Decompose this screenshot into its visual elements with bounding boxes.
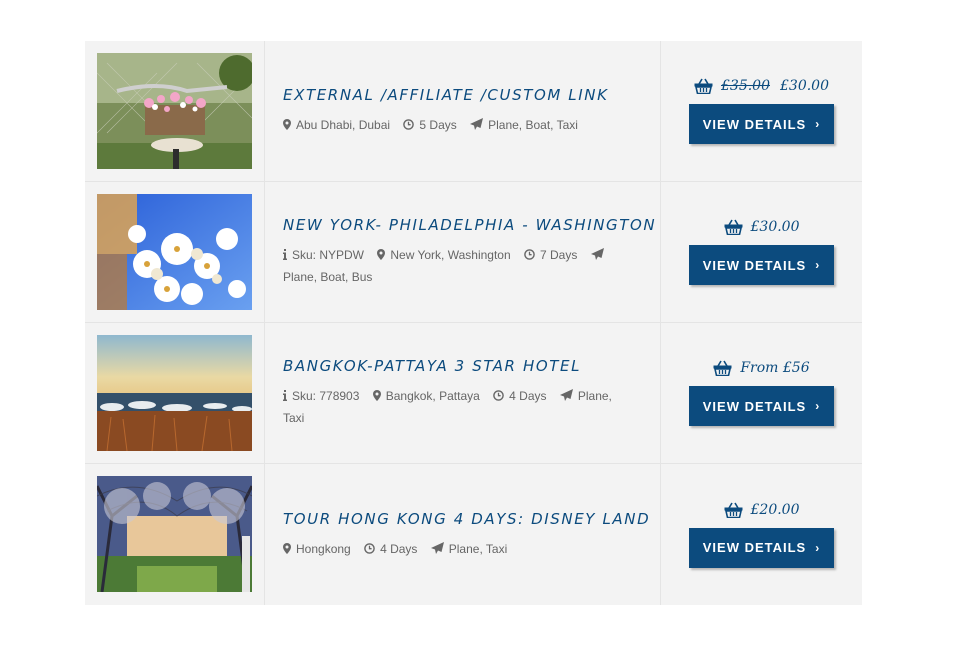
duration-meta: 7 Days: [524, 248, 581, 262]
tour-price-cell: From £56 VIEW DETAILS ›: [661, 323, 862, 463]
chevron-right-icon: ›: [815, 399, 821, 413]
tour-price-cell: £20.00 VIEW DETAILS ›: [661, 464, 862, 605]
tour-price-cell: £35.00 £30.00 VIEW DETAILS ›: [661, 41, 862, 181]
sku-text: Sku: 778903: [292, 389, 360, 403]
clock-icon: [403, 119, 415, 130]
tour-row: External /affiliate /custom link Abu Dha…: [85, 41, 862, 182]
tour-row: Tour Hong Kong 4 days: Disney Land Hongk…: [85, 464, 862, 605]
location-meta: Bangkok, Pattaya: [372, 389, 483, 403]
price-line: £20.00: [724, 502, 800, 518]
price: £30.00: [750, 219, 800, 235]
price: £30.00: [780, 78, 829, 94]
view-details-label: VIEW DETAILS: [702, 116, 807, 132]
tour-image-cell: [85, 182, 265, 322]
info-icon: [283, 390, 287, 401]
map-marker-icon: [283, 119, 291, 130]
view-details-button[interactable]: VIEW DETAILS ›: [689, 527, 834, 568]
clock-icon: [524, 249, 535, 260]
duration-text: 4 Days: [509, 389, 547, 403]
tour-image-cell: [85, 41, 265, 181]
view-details-label: VIEW DETAILS: [702, 257, 807, 273]
chevron-right-icon: ›: [815, 540, 821, 555]
transport-text: Plane, Boat, Bus: [283, 270, 373, 284]
tour-list: External /affiliate /custom link Abu Dha…: [85, 41, 862, 605]
view-details-button[interactable]: VIEW DETAILS ›: [689, 245, 834, 285]
transport-text: Plane, Taxi: [448, 541, 508, 556]
tour-title-link[interactable]: External /affiliate /custom link: [283, 86, 642, 104]
location-meta: Hongkong: [283, 542, 354, 556]
tour-thumbnail-bicycle[interactable]: [97, 53, 252, 169]
paper-plane-icon: [470, 118, 484, 130]
tour-info: External /affiliate /custom link Abu Dha…: [265, 41, 661, 181]
transport-meta: Plane, Boat, Taxi: [470, 118, 578, 132]
tour-info: Bangkok-Pattaya 3 star hotel Sku: 778903…: [265, 323, 661, 463]
tour-thumbnail-blossoms[interactable]: [97, 194, 252, 310]
sku-text: Sku: NYPDW: [292, 248, 365, 262]
map-marker-icon: [377, 249, 386, 260]
tour-thumbnail-lake[interactable]: [97, 335, 252, 451]
view-details-label: VIEW DETAILS: [702, 540, 807, 555]
tour-row: Bangkok-Pattaya 3 star hotel Sku: 778903…: [85, 323, 862, 464]
location-text: Hongkong: [296, 541, 351, 556]
paper-plane-icon: [590, 248, 604, 260]
view-details-button[interactable]: VIEW DETAILS ›: [689, 104, 834, 144]
basket-icon: [724, 502, 743, 518]
duration-meta: 5 Days: [403, 118, 460, 132]
map-marker-icon: [283, 542, 291, 554]
duration-text: 4 Days: [380, 541, 418, 556]
location-text: Abu Dhabi, Dubai: [296, 118, 391, 132]
location-meta: Abu Dhabi, Dubai: [283, 118, 393, 132]
tour-row: New York- Philadelphia - Washington Sku:…: [85, 182, 862, 323]
view-details-button[interactable]: VIEW DETAILS ›: [689, 386, 834, 426]
sku-meta: Sku: NYPDW: [283, 248, 367, 262]
tour-meta: Sku: 778903 Bangkok, Pattaya 4 Days Plan…: [283, 385, 642, 429]
tour-price-cell: £30.00 VIEW DETAILS ›: [661, 182, 862, 322]
tour-meta: Hongkong 4 Days Plane, Taxi: [283, 538, 642, 560]
location-text: New York, Washington: [390, 248, 511, 262]
transport-meta: Plane, Taxi: [430, 541, 508, 556]
chevron-right-icon: ›: [815, 117, 821, 131]
clock-icon: [364, 542, 375, 554]
tour-title-link[interactable]: New York- Philadelphia - Washington: [283, 216, 655, 234]
location-meta: New York, Washington: [377, 248, 514, 262]
basket-icon: [694, 78, 713, 94]
basket-icon: [724, 219, 743, 235]
map-marker-icon: [372, 390, 381, 401]
price-line: £30.00: [724, 219, 800, 235]
duration-meta: 4 Days: [493, 389, 550, 403]
tour-title-link[interactable]: Bangkok-Pattaya 3 star hotel: [283, 357, 642, 375]
price: From £56: [740, 360, 810, 376]
info-icon: [283, 249, 287, 260]
tour-info: New York- Philadelphia - Washington Sku:…: [265, 182, 661, 322]
paper-plane-icon: [430, 541, 444, 554]
location-text: Bangkok, Pattaya: [385, 389, 480, 403]
duration-meta: 4 Days: [364, 542, 421, 556]
duration-text: 7 Days: [540, 248, 578, 262]
tour-image-cell: [85, 464, 265, 605]
chevron-right-icon: ›: [815, 258, 821, 272]
price: £20.00: [750, 501, 800, 518]
tour-thumbnail-trees[interactable]: [97, 476, 252, 592]
tour-info: Tour Hong Kong 4 days: Disney Land Hongk…: [265, 464, 661, 605]
tour-meta: Abu Dhabi, Dubai 5 Days Plane, Boat, Tax…: [283, 114, 642, 136]
old-price: £35.00: [721, 78, 770, 94]
price-line: £35.00 £30.00: [694, 78, 829, 94]
sku-meta: Sku: 778903: [283, 389, 363, 403]
transport-text: Plane, Boat, Taxi: [488, 118, 578, 132]
view-details-label: VIEW DETAILS: [702, 398, 807, 414]
tour-title-link[interactable]: Tour Hong Kong 4 days: Disney Land: [283, 510, 649, 528]
paper-plane-icon: [559, 389, 573, 401]
clock-icon: [493, 390, 504, 401]
basket-icon: [713, 360, 732, 376]
price-line: From £56: [713, 360, 810, 376]
tour-meta: Sku: NYPDW New York, Washington 7 Days P…: [283, 244, 642, 288]
tour-image-cell: [85, 323, 265, 463]
duration-text: 5 Days: [419, 118, 457, 132]
